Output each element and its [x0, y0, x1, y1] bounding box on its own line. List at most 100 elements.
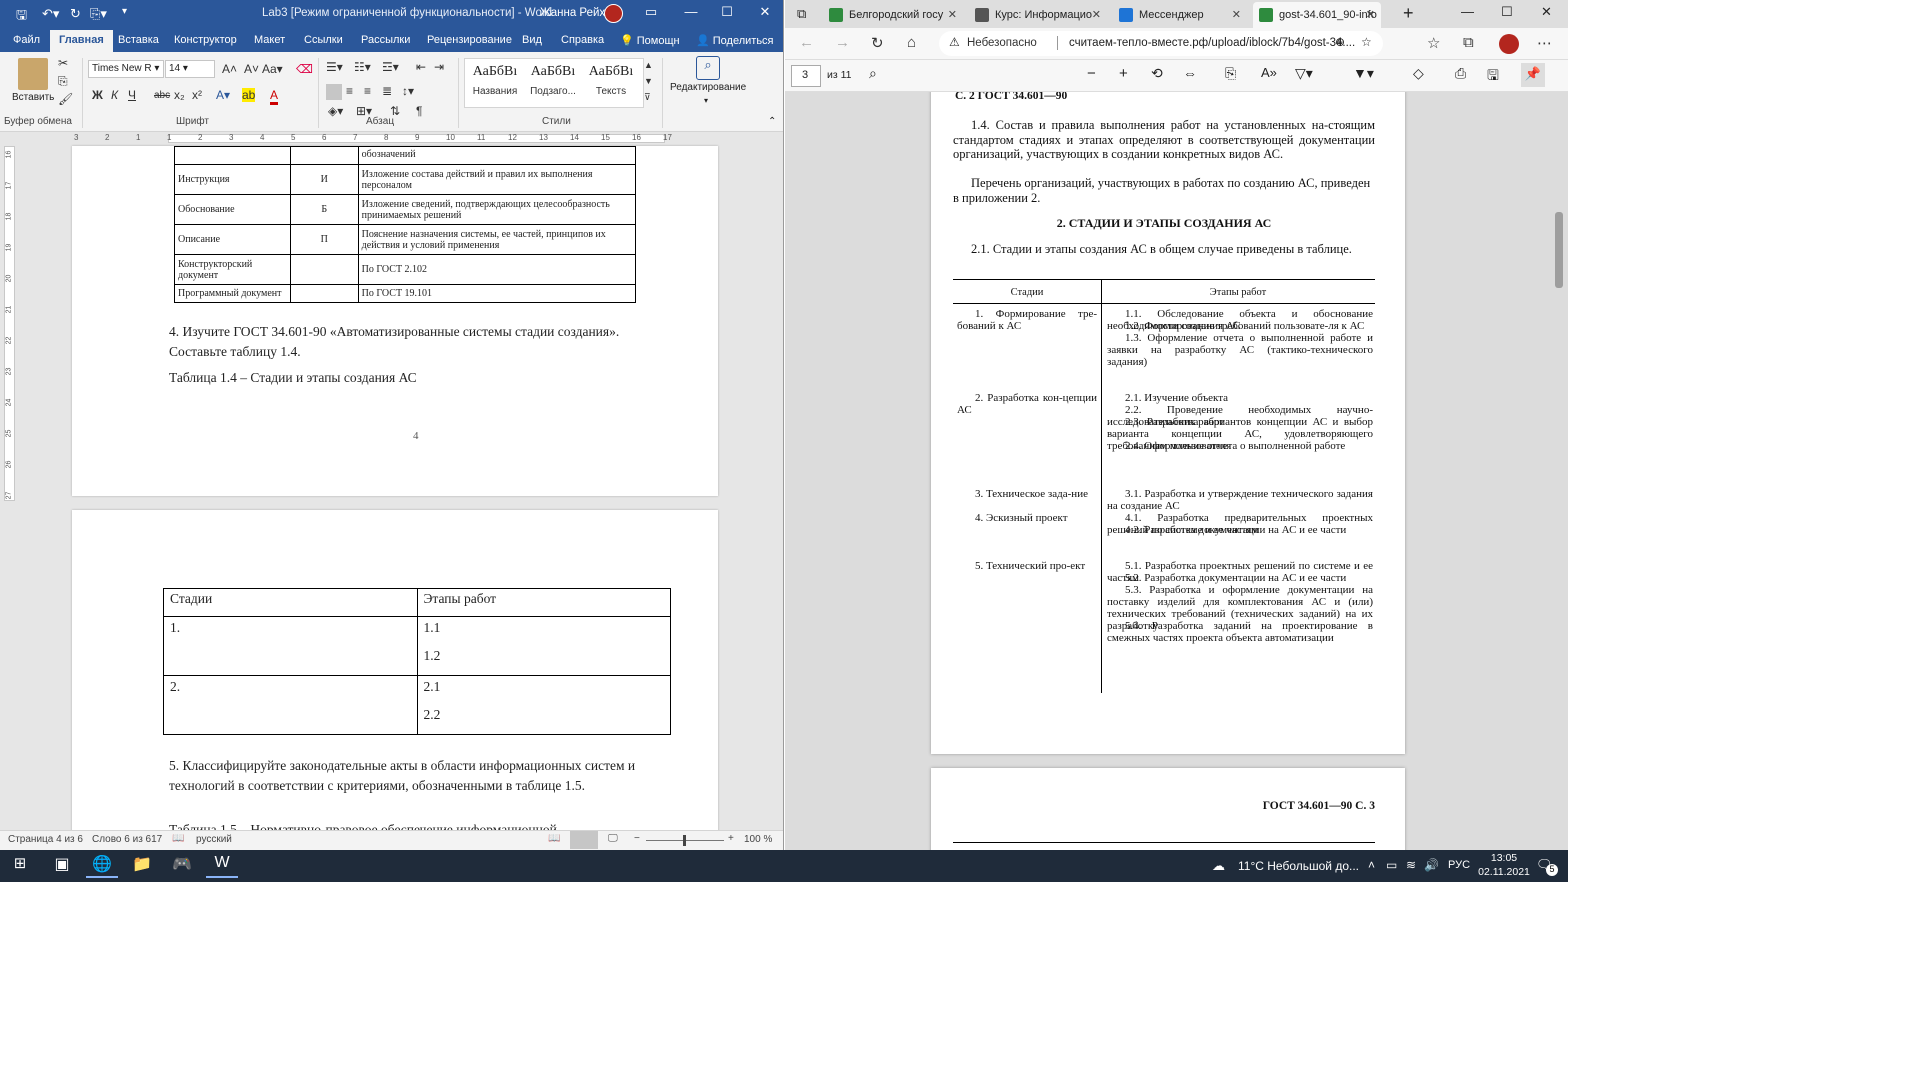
- clear-format-icon[interactable]: ⌫: [296, 62, 313, 76]
- table-cell[interactable]: Пояснение назначения системы, ее частей,…: [357, 224, 637, 255]
- home-icon[interactable]: ⌂: [907, 34, 916, 51]
- maximize-icon[interactable]: ☐: [716, 4, 738, 24]
- styles-more-icon[interactable]: ⊽: [644, 92, 651, 103]
- numbering-icon[interactable]: ☷▾: [354, 60, 371, 74]
- weather-icon[interactable]: ☁: [1212, 858, 1225, 874]
- zoom-thumb[interactable]: [683, 835, 686, 846]
- bold-icon[interactable]: Ж: [92, 88, 103, 102]
- table-cell[interactable]: Обоснование: [174, 194, 291, 225]
- page-count[interactable]: Страница 4 из 6: [8, 834, 83, 845]
- address-bar[interactable]: ⚠ Небезопасно считаем-тепло-вместе.рф/up…: [939, 31, 1383, 56]
- volume-icon[interactable]: 🔊: [1424, 858, 1439, 872]
- decrease-indent-icon[interactable]: ⇤: [416, 60, 426, 74]
- back-icon[interactable]: ←: [799, 34, 814, 51]
- table-cell[interactable]: Описание: [174, 224, 291, 255]
- highlight-icon[interactable]: ▼▾: [1353, 65, 1374, 82]
- table-cell[interactable]: Программный документ: [174, 284, 291, 303]
- steps-cell[interactable]: 2.1 2.2: [416, 675, 671, 735]
- document-page[interactable]: Стадии Этапы работ 1. 1.1 1.2 2. 2.1 2.2 5. Кла…: [72, 510, 718, 840]
- zoom-icon[interactable]: ⊕: [1335, 35, 1345, 49]
- tab-view[interactable]: Вид: [522, 34, 542, 46]
- forward-icon[interactable]: →: [835, 34, 850, 51]
- word-icon[interactable]: W: [206, 854, 238, 878]
- draw-icon[interactable]: ▽▾: [1295, 65, 1313, 82]
- user-name[interactable]: Жанна Рейх: [540, 7, 605, 19]
- highlight-icon[interactable]: ab: [242, 88, 256, 102]
- shrink-font-icon[interactable]: A˅: [244, 62, 259, 76]
- minimize-icon[interactable]: —: [680, 4, 702, 24]
- save-icon[interactable]: 🖫: [1487, 65, 1499, 89]
- table-cell[interactable]: Изложение сведений, подтверждающих целес…: [357, 194, 637, 225]
- tab-review[interactable]: Рецензирование: [427, 34, 512, 46]
- align-center-icon[interactable]: ≡: [346, 84, 353, 98]
- align-left-icon[interactable]: [326, 84, 342, 100]
- refresh-icon[interactable]: ↻: [871, 34, 884, 52]
- task-view-icon[interactable]: ▣: [46, 854, 78, 878]
- more-icon[interactable]: ⋯: [1537, 34, 1552, 52]
- search-icon[interactable]: ⌕: [696, 56, 720, 80]
- file-explorer-icon[interactable]: 📁: [126, 854, 158, 878]
- tab-references[interactable]: Ссылки: [304, 34, 343, 46]
- touch-mode-icon[interactable]: ⎘▾: [90, 6, 107, 22]
- zoom-level[interactable]: 100 %: [744, 834, 772, 845]
- start-icon[interactable]: ⊞: [4, 854, 36, 878]
- italic-icon[interactable]: К: [111, 88, 118, 102]
- warning-icon[interactable]: ⚠: [949, 35, 960, 49]
- paste-button[interactable]: Вставить: [12, 92, 54, 103]
- page-view-icon[interactable]: ⎘: [1225, 65, 1236, 82]
- favorite-add-icon[interactable]: ☆: [1361, 35, 1372, 49]
- input-language[interactable]: РУС: [1448, 859, 1470, 871]
- increase-indent-icon[interactable]: ⇥: [434, 60, 444, 74]
- rotate-icon[interactable]: ⟲: [1151, 65, 1163, 82]
- strike-icon[interactable]: abc: [154, 90, 170, 101]
- save-icon[interactable]: 🖫: [16, 6, 27, 28]
- minimize-icon[interactable]: —: [1461, 4, 1474, 19]
- url-text[interactable]: считаем-тепло-вместе.рф/upload/iblock/7b…: [1069, 37, 1355, 49]
- close-tab-icon[interactable]: ✕: [1366, 8, 1375, 21]
- document-page[interactable]: обозначений Инструкция И Изложение состава …: [72, 146, 718, 496]
- insecure-label[interactable]: Небезопасно: [967, 37, 1037, 49]
- tab-actions-icon[interactable]: ⧉: [797, 6, 806, 22]
- line-spacing-icon[interactable]: ↕▾: [402, 84, 414, 98]
- grow-font-icon[interactable]: A˄: [222, 62, 237, 76]
- clock-time[interactable]: 13:05: [1484, 852, 1524, 864]
- font-name-field[interactable]: Times New R ▾: [88, 60, 164, 78]
- chevron-down-icon[interactable]: ▾: [704, 96, 708, 105]
- close-icon[interactable]: ✕: [754, 4, 776, 24]
- eraser-icon[interactable]: ◇: [1413, 65, 1424, 82]
- cut-icon[interactable]: ✂: [58, 56, 68, 70]
- table-header-cell[interactable]: Стадии: [163, 588, 418, 617]
- proofing-icon[interactable]: 📖: [172, 833, 184, 844]
- copy-icon[interactable]: ⎘: [58, 74, 68, 89]
- print-icon[interactable]: ⎙: [1455, 65, 1466, 82]
- web-layout-icon[interactable]: 🖵: [608, 833, 618, 844]
- superscript-icon[interactable]: x²: [192, 88, 202, 102]
- table-cell[interactable]: Изложение состава действий и правил их в…: [357, 164, 637, 195]
- steps-cell[interactable]: 1.1 1.2: [416, 616, 671, 676]
- browser-tab[interactable]: Белгородский госу ✕: [823, 2, 963, 28]
- table-header-cell[interactable]: Этапы работ: [416, 588, 671, 617]
- avatar[interactable]: [604, 4, 623, 23]
- undo-icon[interactable]: ↶▾: [42, 6, 59, 22]
- editing-button[interactable]: Редактирование: [670, 82, 746, 93]
- pin-toolbar-icon[interactable]: 📌: [1521, 63, 1545, 87]
- shading-icon[interactable]: ◈▾: [328, 104, 343, 118]
- justify-icon[interactable]: ≣: [382, 84, 392, 98]
- tab-tellme[interactable]: 💡 Помощн: [620, 34, 680, 47]
- page-input[interactable]: 3: [791, 65, 821, 87]
- read-aloud-icon[interactable]: A»: [1261, 65, 1277, 80]
- collapse-ribbon-icon[interactable]: ⌃: [768, 116, 776, 127]
- bullets-icon[interactable]: ☰▾: [326, 60, 343, 74]
- horizontal-ruler[interactable]: 3 2 1 1 2 3 4 5 6 7 8 9 10 11 12 13 14 15 16 17: [0, 132, 783, 144]
- change-case-icon[interactable]: Aa▾: [262, 62, 283, 76]
- close-icon[interactable]: ✕: [1541, 4, 1552, 20]
- table-cell[interactable]: По ГОСТ 2.102: [357, 254, 637, 285]
- style-titles[interactable]: АаБбВı Названия: [466, 60, 524, 108]
- tab-design[interactable]: Конструктор: [174, 34, 237, 46]
- zoom-in-icon[interactable]: +: [728, 833, 734, 844]
- pdf-viewer[interactable]: С. 2 ГОСТ 34.601—90 1.4. Состав и правил…: [785, 92, 1568, 850]
- styles-scroll-up-icon[interactable]: ▲: [644, 60, 653, 70]
- style-text[interactable]: АаБбВı Текстѕ: [582, 60, 640, 108]
- tab-home[interactable]: Главная: [50, 30, 113, 52]
- table-cell[interactable]: [289, 284, 359, 303]
